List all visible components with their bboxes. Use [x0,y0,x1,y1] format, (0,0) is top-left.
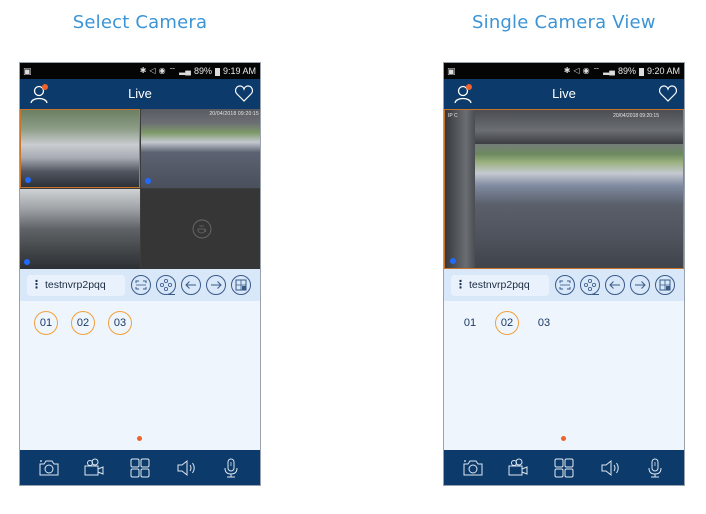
device-name: testnvrp2pqq [469,279,530,291]
signal-icon: ▂▄ [603,66,615,75]
channel-button-03[interactable]: 03 [532,311,556,335]
battery-icon [214,67,220,76]
live-indicator-icon [25,177,31,183]
battery-percent: 89% [193,66,212,76]
caption-select-camera: Select Camera [72,12,208,33]
app-bar: Live [20,79,260,109]
layout-grid-icon[interactable] [654,274,676,296]
wifi-icon: ⌔ [168,66,177,75]
camera-tile-empty[interactable] [141,189,260,269]
mute-icon: ◁ [573,66,580,75]
fullscreen-icon[interactable] [130,274,152,296]
favorite-heart-icon[interactable] [658,84,678,104]
alarm-icon: ◉ [582,66,590,75]
microphone-icon[interactable] [643,456,667,480]
previous-icon[interactable] [604,274,626,296]
playback-reel-icon[interactable] [155,274,177,296]
next-icon[interactable] [629,274,651,296]
channel-button-03[interactable]: 03 [108,311,132,335]
snapshot-camera-icon[interactable] [37,456,61,480]
more-options-icon[interactable]: ⋮ [455,279,466,291]
camera-toolbar: ⋮ testnvrp2pqq [444,269,684,301]
page-indicator [137,436,142,441]
battery-percent: 89% [617,66,636,76]
live-indicator-icon [450,258,456,264]
page-indicator [561,436,566,441]
wifi-icon: ⌔ [592,66,601,75]
channel-overlay-label: IP C [448,113,458,119]
caption-single-camera-view: Single Camera View [472,12,656,33]
signal-icon: ▂▄ [179,66,191,75]
channel-button-02[interactable]: 02 [71,311,95,335]
phone-screen-select-camera: ▣ ✱ ◁ ◉ ⌔ ▂▄ 89% 9:19 AM Live 20/04/2018… [19,62,261,486]
microphone-icon[interactable] [219,456,243,480]
snapshot-camera-icon[interactable] [461,456,485,480]
camera-tile-01[interactable] [20,109,140,188]
app-bar: Live [444,79,684,109]
page-title: Live [552,86,576,101]
gallery-notification-icon: ▣ [447,66,456,76]
device-name: testnvrp2pqq [45,279,106,291]
split-view-icon[interactable] [128,456,152,480]
mute-icon: ◁ [149,66,156,75]
gallery-notification-icon: ▣ [23,66,32,76]
previous-icon[interactable] [180,274,202,296]
bottom-action-bar [444,450,684,485]
status-bar: ▣ ✱ ◁ ◉ ⌔ ▂▄ 89% 9:19 AM [20,63,260,79]
record-video-icon[interactable] [82,456,106,480]
device-selector[interactable]: ⋮ testnvrp2pqq [27,274,125,296]
more-options-icon[interactable]: ⋮ [31,279,42,291]
status-bar: ▣ ✱ ◁ ◉ ⌔ ▂▄ 89% 9:20 AM [444,63,684,79]
camera-grid-quad: 20/04/2018 09:20:15 [20,109,260,269]
channel-list: 01 02 03 [20,301,260,335]
alarm-icon: ◉ [158,66,166,75]
layout-grid-icon[interactable] [230,274,252,296]
device-selector[interactable]: ⋮ testnvrp2pqq [451,274,549,296]
bottom-action-bar [20,450,260,485]
camera-toolbar: ⋮ testnvrp2pqq [20,269,260,301]
channel-button-01[interactable]: 01 [34,311,58,335]
channel-list: 01 02 03 [444,301,684,335]
clock: 9:20 AM [646,66,680,76]
live-indicator-icon [24,259,30,265]
split-view-icon[interactable] [552,456,576,480]
camera-tile-02[interactable]: 20/04/2018 09:20:15 [141,109,260,188]
page-title: Live [128,86,152,101]
idle-coffee-icon [192,219,211,239]
clock: 9:19 AM [222,66,256,76]
camera-feed-image [445,110,475,268]
live-indicator-icon [145,178,151,184]
playback-reel-icon[interactable] [579,274,601,296]
feed-timestamp: 20/04/2018 09:20:15 [613,113,659,119]
tile-timestamp: 20/04/2018 09:20:15 [209,111,259,117]
channel-button-01[interactable]: 01 [458,311,482,335]
bluetooth-icon: ✱ [139,66,147,75]
fullscreen-icon[interactable] [554,274,576,296]
speaker-icon[interactable] [598,456,622,480]
favorite-heart-icon[interactable] [234,84,254,104]
next-icon[interactable] [205,274,227,296]
speaker-icon[interactable] [174,456,198,480]
phone-screen-single-camera: ▣ ✱ ◁ ◉ ⌔ ▂▄ 89% 9:20 AM Live IP C 20/04… [443,62,685,486]
channel-button-02[interactable]: 02 [495,311,519,335]
bluetooth-icon: ✱ [563,66,571,75]
camera-tile-03[interactable] [20,189,140,269]
record-video-icon[interactable] [506,456,530,480]
camera-single-view[interactable]: IP C 20/04/2018 09:20:15 [444,109,684,269]
battery-icon [638,67,644,76]
